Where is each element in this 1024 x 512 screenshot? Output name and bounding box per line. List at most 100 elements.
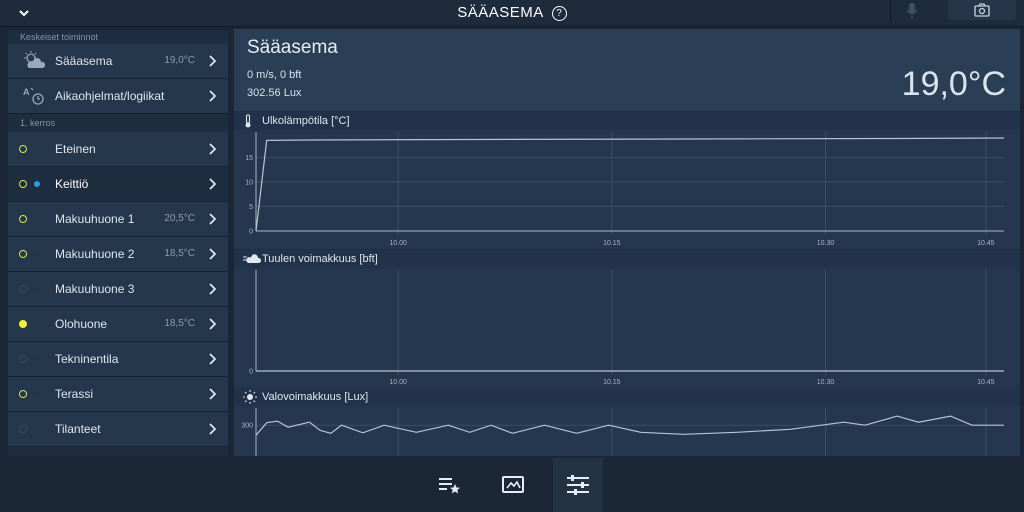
x-tick-label: 10.45	[977, 379, 995, 386]
chevron-right-icon	[209, 178, 216, 190]
main-panel: Sääasema 0 m/s, 0 bft 302.56 Lux 19,0°C …	[234, 29, 1020, 456]
sidebar-item-value: 18,5°C	[164, 318, 195, 329]
status-ring-icon	[19, 180, 27, 188]
chart-title: Tuulen voimakkuus [bft]	[234, 250, 1020, 268]
status-dot-icon	[34, 286, 40, 292]
help-icon[interactable]: ?	[551, 6, 567, 21]
page-title: SÄÄASEMA?	[0, 4, 1024, 21]
chart-title-text: Ulkolämpötila [°C]	[262, 115, 350, 127]
status-ring-icon	[19, 285, 27, 293]
chevron-right-icon	[209, 143, 216, 155]
svg-text:A: A	[23, 87, 30, 97]
chevron-right-icon	[209, 353, 216, 365]
weather-summary: Sääasema 0 m/s, 0 bft 302.56 Lux 19,0°C	[234, 29, 1020, 111]
settings-icon	[567, 475, 589, 495]
status-dot-icon	[34, 356, 40, 362]
lux-readout: 302.56 Lux	[247, 87, 302, 99]
lux-chart-panel: Valovoimakkuus [Lux] 200300	[234, 388, 1020, 456]
x-tick-label: 10.30	[817, 240, 835, 247]
sidebar-item-label: Olohuone	[55, 317, 108, 331]
sidebar-item-value: 18,5°C	[164, 248, 195, 259]
wind-chart-panel: Tuulen voimakkuus [bft] 10.00 10.15 10.30 1…	[234, 250, 1020, 388]
wind-readout: 0 m/s, 0 bft	[247, 69, 302, 81]
microphone-icon[interactable]	[905, 2, 919, 20]
y-tick-label: 0	[249, 369, 253, 376]
room-list: Eteinen Keittiö Makuuhuone 1 20,5°C Makuuhuo…	[8, 132, 228, 447]
chevron-right-icon	[209, 248, 216, 260]
divider	[890, 0, 891, 22]
settings-button[interactable]	[553, 458, 603, 512]
sidebar-item-room[interactable]: Makuuhuone 3	[8, 272, 228, 307]
sidebar-item-room[interactable]: Eteinen	[8, 132, 228, 167]
status-dot-icon	[34, 391, 40, 397]
sidebar-item-label: Tilanteet	[55, 422, 101, 436]
status-ring-icon	[19, 250, 27, 258]
series-line	[255, 415, 1004, 436]
chevron-right-icon	[209, 55, 216, 67]
status-ring-icon	[19, 320, 27, 328]
top-bar: SÄÄASEMA?	[0, 0, 1024, 27]
sidebar-item-room[interactable]: Olohuone 18,5°C	[8, 307, 228, 342]
sidebar-item-room[interactable]: Keittiö	[8, 167, 228, 202]
status-ring-icon	[19, 215, 27, 223]
sidebar-item-room[interactable]: Tilanteet	[8, 412, 228, 447]
sidebar-item-value: 19,0°C	[164, 55, 195, 66]
title-text: SÄÄASEMA	[457, 4, 544, 21]
sidebar-item-room[interactable]: Makuuhuone 1 20,5°C	[8, 202, 228, 237]
x-tick-label: 10.30	[817, 379, 835, 386]
status-ring-icon	[19, 145, 27, 153]
chart-title-text: Tuulen voimakkuus [bft]	[262, 253, 378, 265]
series-line	[255, 137, 1005, 232]
thermometer-icon	[245, 114, 251, 128]
y-tick-label: 15	[245, 155, 253, 162]
status-ring-icon	[19, 355, 27, 363]
sidebar-item-weather-station[interactable]: Sääasema 19,0°C	[8, 44, 228, 79]
wind-chart: 10.00 10.15 10.30 10.45 0	[249, 270, 1004, 386]
sidebar-item-schedules[interactable]: A Aikaohjelmat/logiikat	[8, 79, 228, 114]
sidebar-item-room[interactable]: Tekninentila	[8, 342, 228, 377]
scenes-button[interactable]	[488, 458, 538, 512]
sidebar-item-label: Makuuhuone 2	[55, 247, 135, 261]
bottom-toolbar	[0, 458, 1024, 512]
y-tick-label: 10	[245, 180, 253, 187]
sidebar-item-value: 20,5°C	[164, 213, 195, 224]
sidebar-item-label: Terassi	[55, 387, 94, 401]
favorites-icon	[439, 478, 460, 494]
status-dot-icon	[34, 146, 40, 152]
sidebar-item-label: Aikaohjelmat/logiikat	[55, 89, 165, 103]
camera-icon	[974, 3, 990, 17]
chevron-right-icon	[209, 318, 216, 330]
sidebar-item-label: Eteinen	[55, 142, 96, 156]
y-tick-label: 300	[241, 423, 253, 430]
chevron-right-icon	[209, 213, 216, 225]
panel-title: Sääasema	[247, 37, 338, 58]
chevron-right-icon	[209, 388, 216, 400]
camera-button[interactable]	[948, 0, 1016, 20]
x-tick-label: 10.45	[977, 240, 995, 247]
chevron-right-icon	[209, 283, 216, 295]
x-tick-label: 10.00	[389, 379, 407, 386]
sidebar-item-label: Makuuhuone 1	[55, 212, 135, 226]
status-dot-icon	[34, 321, 40, 327]
section-header: 1. kerros	[20, 118, 56, 128]
sidebar-item-room[interactable]: Makuuhuone 2 18,5°C	[8, 237, 228, 272]
sidebar-item-label: Sääasema	[55, 54, 113, 68]
status-dot-icon	[34, 181, 40, 187]
x-tick-label: 10.15	[603, 240, 621, 247]
status-dot-icon	[34, 251, 40, 257]
status-dot-icon	[34, 216, 40, 222]
sidebar-item-room[interactable]: Terassi	[8, 377, 228, 412]
weather-icon	[24, 51, 46, 68]
temperature-chart-panel: Ulkolämpötila [°C] 10.00 10.15 10.30 10.45 0…	[234, 112, 1020, 249]
sidebar: Keskeiset toiminnot Sääasema 19,0°C A Ai…	[8, 30, 228, 456]
sidebar-item-label: Keittiö	[55, 177, 89, 191]
lux-chart: 200300	[241, 408, 1004, 456]
x-tick-label: 10.15	[603, 379, 621, 386]
wind-cloud-icon	[243, 254, 261, 263]
favorites-button[interactable]	[425, 458, 475, 512]
scenes-icon	[502, 476, 524, 493]
chart-title-text: Valovoimakkuus [Lux]	[262, 391, 369, 403]
status-ring-icon	[19, 390, 27, 398]
chart-title: Valovoimakkuus [Lux]	[234, 388, 1020, 406]
chart-title: Ulkolämpötila [°C]	[234, 112, 1020, 130]
